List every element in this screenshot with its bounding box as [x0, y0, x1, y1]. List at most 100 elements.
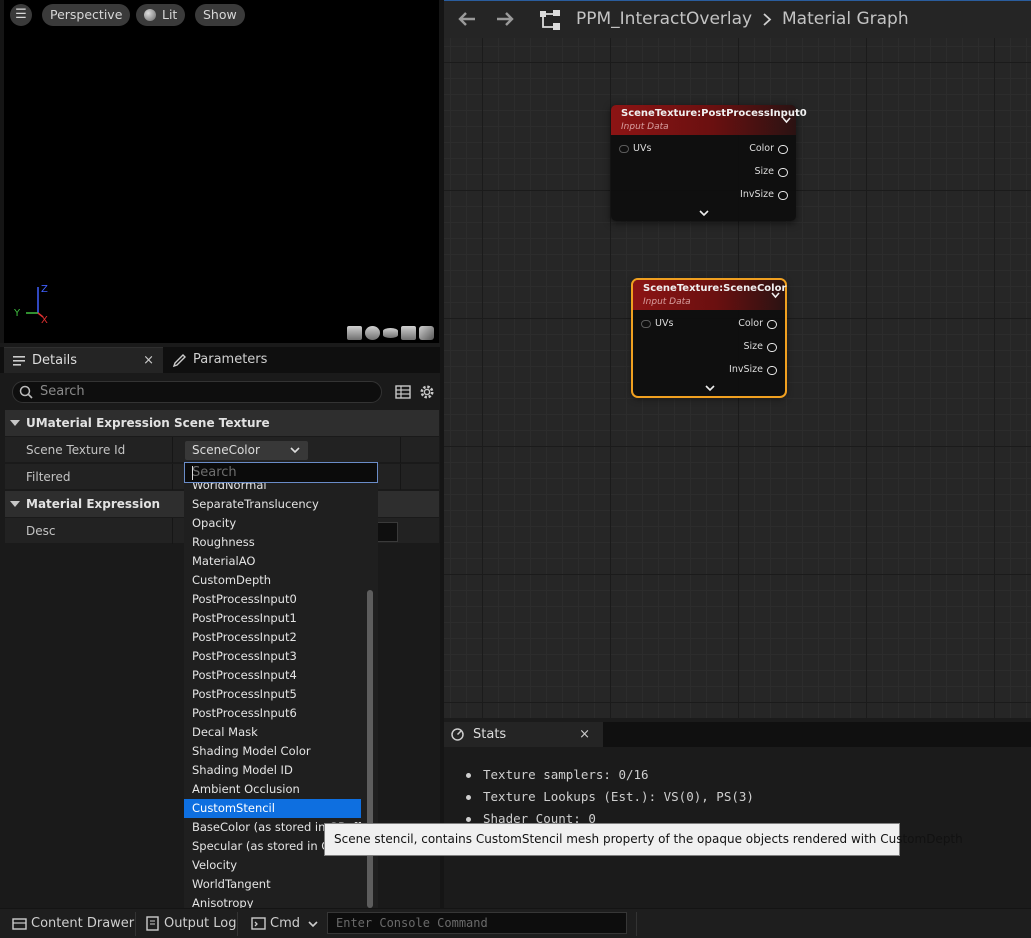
perspective-button[interactable]: Perspective	[42, 4, 131, 26]
node-scene-texture-postprocess[interactable]: SceneTexture:PostProcessInput0 Input Dat…	[611, 105, 807, 221]
chevron-down-icon[interactable]	[705, 384, 715, 392]
dropdown-item[interactable]: PostProcessInput5	[184, 685, 361, 704]
prop-label: Filtered	[26, 470, 71, 484]
output-log-icon	[146, 916, 159, 931]
dropdown-item[interactable]: Velocity	[184, 856, 361, 875]
table-view-icon[interactable]	[395, 384, 411, 400]
output-pin[interactable]	[767, 366, 777, 375]
stats-panel: Stats × Texture samplers: 0/16 Texture L…	[444, 718, 1031, 908]
node-title: SceneTexture:PostProcessInput0	[621, 108, 807, 119]
axis-z-label: Z	[41, 284, 48, 295]
dropdown-item[interactable]: WorldTangent	[184, 875, 361, 894]
dropdown-item[interactable]: CustomStencil	[184, 799, 361, 818]
dropdown-item[interactable]: MaterialAO	[184, 552, 361, 571]
pin-label-invsize: InvSize	[729, 364, 763, 375]
prop-row-scene-texture-id: Scene Texture Id SceneColor	[5, 437, 439, 463]
dropdown-item[interactable]: PostProcessInput3	[184, 647, 361, 666]
pin-label-size: Size	[743, 341, 763, 352]
chevron-down-icon[interactable]	[782, 116, 791, 124]
tab-details-label: Details	[32, 353, 78, 368]
dropdown-item[interactable]: PostProcessInput1	[184, 609, 361, 628]
dropdown-item[interactable]: CustomDepth	[184, 571, 361, 590]
sphere-shape-icon[interactable]	[365, 326, 380, 340]
dropdown-item[interactable]: Ambient Occlusion	[184, 780, 361, 799]
chevron-down-icon	[308, 921, 318, 928]
gear-icon[interactable]	[418, 383, 436, 401]
pin-label-invsize: InvSize	[740, 189, 774, 200]
chevron-down-icon[interactable]	[699, 209, 709, 217]
hamburger-icon: ☰	[15, 7, 27, 22]
details-icon	[13, 356, 25, 366]
show-button[interactable]: Show	[195, 4, 245, 26]
chevron-down-icon[interactable]	[771, 291, 780, 299]
dropdown-item[interactable]: Anisotropy	[184, 894, 361, 908]
stats-line: Texture Lookups (Est.): VS(0), PS(3)	[466, 788, 754, 810]
custom-mesh-icon[interactable]	[419, 326, 434, 340]
breadcrumb-graph[interactable]: Material Graph	[782, 1, 909, 37]
category-label: UMaterial Expression Scene Texture	[26, 416, 270, 430]
cube-shape-icon[interactable]	[401, 326, 416, 340]
output-log-button[interactable]: Output Log	[145, 909, 237, 938]
tab-parameters[interactable]: Parameters	[168, 347, 267, 373]
console-command-input[interactable]: Enter Console Command	[327, 912, 627, 934]
stats-line: Texture samplers: 0/16	[466, 766, 754, 788]
dropdown-search-input[interactable]: Search	[184, 462, 378, 483]
output-pin[interactable]	[778, 191, 788, 200]
plane-shape-icon[interactable]	[383, 328, 398, 338]
material-graph-icon	[540, 10, 560, 30]
lit-label: Lit	[162, 7, 178, 22]
node-scene-texture-scenecolor[interactable]: SceneTexture:SceneColor Input Data UVs C…	[631, 278, 787, 398]
arrow-left-icon[interactable]	[457, 11, 477, 27]
output-pin[interactable]	[767, 320, 777, 329]
breadcrumb-asset[interactable]: PPM_InteractOverlay	[576, 1, 752, 37]
output-pin[interactable]	[778, 168, 788, 177]
chevron-down-icon	[290, 447, 300, 454]
stats-tab-bar: Stats ×	[444, 722, 1031, 747]
content-drawer-button[interactable]: Content Drawer	[12, 909, 134, 938]
viewport-menu-button[interactable]: ☰	[10, 4, 32, 26]
dropdown-item[interactable]: PostProcessInput0	[184, 590, 361, 609]
prop-label: Desc	[26, 524, 56, 538]
expand-arrow-icon	[10, 501, 20, 507]
pin-label-uvs: UVs	[655, 318, 674, 329]
tab-details[interactable]: Details ×	[4, 347, 163, 373]
lit-mode-button[interactable]: Lit	[136, 4, 186, 26]
output-pin[interactable]	[778, 145, 788, 154]
dropdown-item[interactable]: PostProcessInput2	[184, 628, 361, 647]
details-tab-bar: Details × Parameters	[0, 347, 440, 373]
cmd-selector[interactable]: Cmd	[251, 909, 318, 938]
dropdown-item[interactable]: Roughness	[184, 533, 361, 552]
dropdown-item[interactable]: Opacity	[184, 514, 361, 533]
dropdown-item[interactable]: PostProcessInput6	[184, 704, 361, 723]
scene-texture-id-combo[interactable]: SceneColor	[185, 441, 308, 460]
input-pin[interactable]	[619, 145, 629, 153]
output-log-label: Output Log	[164, 916, 237, 931]
dropdown-item[interactable]: Decal Mask	[184, 723, 361, 742]
cylinder-shape-icon[interactable]	[347, 326, 362, 340]
preview-viewport[interactable]: ☰ Perspective Lit Show Z Y X	[4, 0, 439, 343]
text-caret	[192, 466, 193, 480]
close-icon[interactable]: ×	[579, 722, 590, 747]
dropdown-scrollbar[interactable]	[367, 590, 373, 908]
tab-stats[interactable]: Stats ×	[444, 722, 603, 747]
chevron-right-icon	[763, 13, 772, 26]
prop-label: Scene Texture Id	[26, 443, 126, 457]
category-label: Material Expression	[26, 497, 161, 511]
arrow-right-icon[interactable]	[495, 11, 515, 27]
output-pin[interactable]	[767, 343, 777, 352]
terminal-icon	[251, 917, 266, 930]
dropdown-item[interactable]: SeparateTranslucency	[184, 495, 361, 514]
lit-sphere-icon	[144, 9, 156, 21]
dropdown-item[interactable]: PostProcessInput4	[184, 666, 361, 685]
close-icon[interactable]: ×	[143, 348, 154, 374]
input-pin[interactable]	[641, 320, 651, 328]
tab-stats-label: Stats	[473, 727, 507, 742]
details-search-input[interactable]: Search	[12, 381, 382, 403]
status-bar: Content Drawer Output Log Cmd Enter Cons…	[0, 908, 1031, 938]
material-graph-canvas[interactable]: SceneTexture:PostProcessInput0 Input Dat…	[444, 38, 1031, 718]
category-scene-texture[interactable]: UMaterial Expression Scene Texture	[5, 410, 439, 436]
dropdown-item[interactable]: Shading Model Color	[184, 742, 361, 761]
node-title: SceneTexture:SceneColor	[643, 283, 787, 294]
dropdown-item[interactable]: Shading Model ID	[184, 761, 361, 780]
dropdown-item[interactable]: WorldNormal	[184, 483, 361, 495]
